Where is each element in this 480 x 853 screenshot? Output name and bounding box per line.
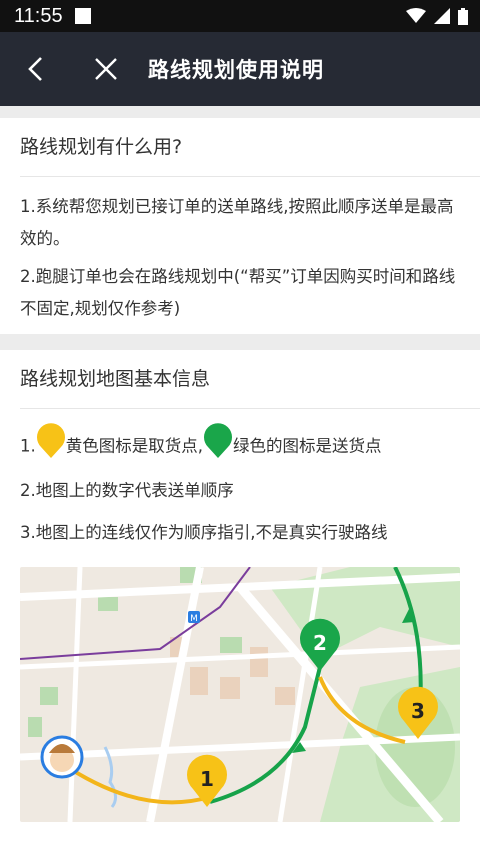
purpose-paragraph-1: 1.系统帮您规划已接订单的送单路线,按照此顺序送单是最高效的。 [20, 197, 454, 248]
section-purpose: 路线规划有什么用? 1.系统帮您规划已接订单的送单路线,按照此顺序送单是最高效的… [0, 118, 480, 334]
close-button[interactable] [86, 49, 126, 89]
yellow-pin-icon [36, 423, 65, 458]
divider [20, 176, 480, 177]
svg-text:2: 2 [313, 631, 327, 655]
yellow-pin-label: 黄色图标是取货点, [65, 436, 203, 456]
map-info-item-1: 1. 黄色图标是取货点, 绿色的图标是送货点 [0, 423, 480, 465]
item-number: 1. [20, 436, 36, 456]
map-info-item-3: 3.地图上的连线仅作为顺序指引,不是真实行驶路线 [20, 523, 388, 542]
divider [20, 408, 480, 409]
status-time: 11:55 [14, 4, 63, 27]
page-title: 路线规划使用说明 [148, 58, 324, 82]
back-icon [28, 57, 42, 81]
section-map-info: 路线规划地图基本信息 1. 黄色图标是取货点, 绿色的图标是送货点 2.地图上的… [0, 350, 480, 853]
green-pin-icon [204, 423, 232, 458]
close-icon [95, 58, 117, 80]
section-title: 路线规划有什么用? [20, 136, 183, 158]
route-map: M 1 2 3 [20, 567, 460, 822]
section-title: 路线规划地图基本信息 [20, 368, 211, 390]
cellular-signal-icon [434, 8, 450, 24]
back-button[interactable] [16, 49, 56, 89]
metro-label: M [190, 614, 198, 624]
status-bar: 11:55 [0, 0, 480, 32]
route-map-image: M 1 2 3 [20, 567, 460, 822]
notification-icon [74, 8, 91, 24]
wifi-icon [406, 8, 426, 23]
app-bar: 路线规划使用说明 [0, 32, 480, 106]
map-info-item-2: 2.地图上的数字代表送单顺序 [20, 481, 234, 500]
purpose-paragraph-2: 2.跑腿订单也会在路线规划中(“帮买”订单因购买时间和路线不固定,规划仅作参考) [20, 267, 456, 318]
battery-icon [458, 7, 468, 25]
green-pin-label: 绿色的图标是送货点 [233, 436, 382, 456]
svg-text:1: 1 [200, 767, 214, 791]
svg-text:3: 3 [411, 699, 425, 723]
